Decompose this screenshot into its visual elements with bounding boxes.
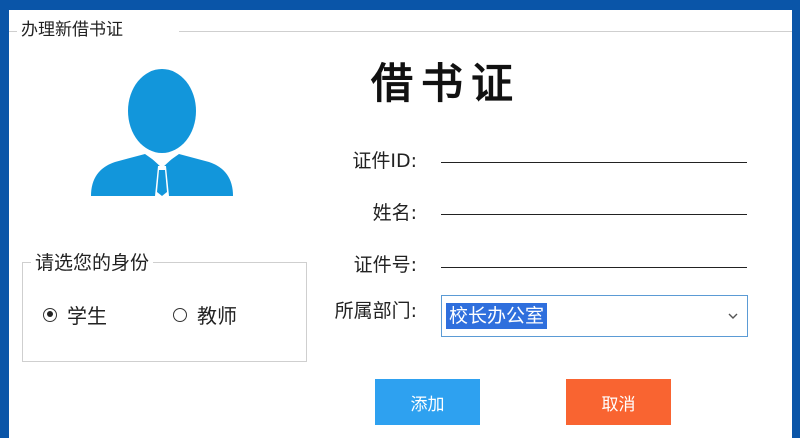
identity-groupbox-title: 请选您的身份 bbox=[31, 248, 154, 275]
chevron-down-icon[interactable] bbox=[727, 310, 739, 322]
radio-teacher-label: 教师 bbox=[197, 304, 237, 328]
user-avatar-icon bbox=[91, 69, 233, 200]
group-title: 办理新借书证 bbox=[17, 15, 127, 40]
card-title: 借书证 bbox=[371, 59, 522, 108]
name-label: 姓名: bbox=[372, 202, 417, 224]
dept-label: 所属部门: bbox=[334, 300, 417, 322]
number-label: 证件号: bbox=[353, 254, 417, 276]
dept-select[interactable]: 校长办公室 bbox=[441, 295, 748, 337]
group-border bbox=[179, 31, 792, 32]
radio-student-label: 学生 bbox=[67, 304, 107, 328]
add-button[interactable]: 添加 bbox=[375, 379, 480, 425]
radio-student[interactable]: 学生 bbox=[43, 300, 107, 329]
radio-teacher[interactable]: 教师 bbox=[173, 300, 237, 329]
id-label: 证件ID: bbox=[352, 150, 417, 172]
radio-unchecked-icon bbox=[173, 307, 187, 322]
radio-checked-icon bbox=[43, 307, 57, 322]
dept-select-value: 校长办公室 bbox=[446, 303, 548, 329]
cancel-button[interactable]: 取消 bbox=[566, 379, 671, 425]
new-library-card-window: 办理新借书证 借书证 请选您的身份 学生 教师 证件ID: 姓名: 证件号: 所… bbox=[9, 10, 792, 438]
name-input[interactable] bbox=[441, 186, 747, 215]
id-input[interactable] bbox=[441, 134, 747, 163]
number-input[interactable] bbox=[441, 239, 747, 268]
